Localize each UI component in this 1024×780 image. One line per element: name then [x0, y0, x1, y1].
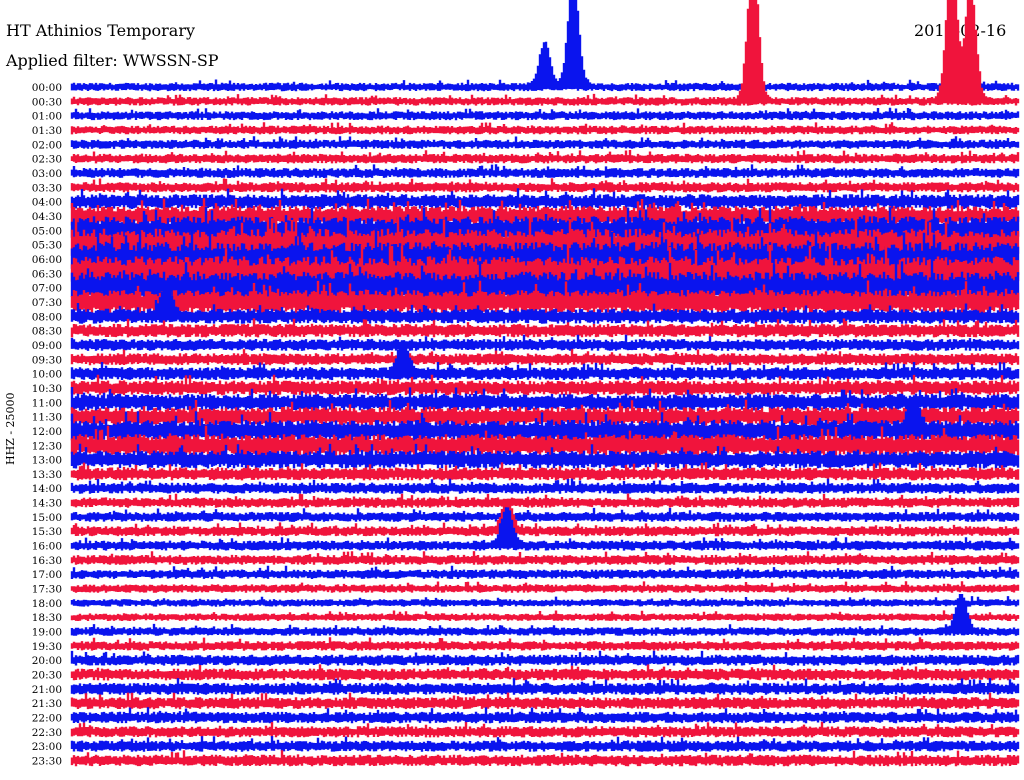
row-label: 22:30 — [32, 727, 62, 739]
row-label: 23:00 — [32, 741, 62, 753]
row-label: 13:30 — [32, 469, 62, 481]
trace-23:00 — [70, 736, 1020, 752]
row-label: 14:00 — [32, 483, 62, 495]
row-label: 11:00 — [32, 397, 62, 409]
seismogram-display: HT Athinios Temporary 2012-02-16 Applied… — [0, 0, 1024, 780]
row-label: 21:30 — [32, 698, 62, 710]
row-label: 08:00 — [32, 311, 62, 323]
trace-03:00 — [70, 164, 1020, 178]
row-label: 10:00 — [32, 369, 62, 381]
trace-00:00 — [70, 0, 1020, 92]
trace-14:00 — [70, 478, 1020, 494]
row-label: 15:00 — [32, 512, 62, 524]
trace-09:00 — [70, 334, 1020, 351]
trace-23:30 — [70, 750, 1020, 767]
trace-18:30 — [70, 610, 1020, 621]
row-label: 13:00 — [32, 455, 62, 467]
row-label: 04:30 — [32, 211, 62, 223]
trace-16:30 — [70, 551, 1020, 565]
row-label: 20:30 — [32, 670, 62, 682]
row-label: 22:00 — [32, 713, 62, 725]
row-label: 23:30 — [32, 756, 62, 768]
trace-18:00 — [70, 596, 1020, 607]
row-label: 18:30 — [32, 612, 62, 624]
row-label: 04:00 — [32, 197, 62, 209]
row-label: 01:30 — [32, 125, 62, 137]
trace-01:30 — [70, 122, 1020, 135]
row-label: 00:00 — [32, 82, 62, 94]
row-label: 02:00 — [32, 139, 62, 151]
row-label: 17:30 — [32, 584, 62, 596]
row-label: 12:30 — [32, 440, 62, 452]
trace-02:00 — [70, 136, 1020, 149]
row-label: 06:30 — [32, 268, 62, 280]
row-label: 09:00 — [32, 340, 62, 352]
trace-19:30 — [70, 637, 1020, 651]
row-label: 07:00 — [32, 283, 62, 295]
row-label: 09:30 — [32, 354, 62, 366]
trace-20:30 — [70, 664, 1020, 681]
row-label: 16:00 — [32, 541, 62, 553]
row-label: 05:00 — [32, 225, 62, 237]
row-label: 07:30 — [32, 297, 62, 309]
trace-14:30 — [70, 493, 1020, 508]
row-label: 06:00 — [32, 254, 62, 266]
trace-15:00 — [70, 507, 1020, 522]
row-label: 03:30 — [32, 182, 62, 194]
trace-22:00 — [70, 707, 1020, 724]
trace-22:30 — [70, 721, 1020, 738]
trace-20:00 — [70, 650, 1020, 666]
trace-03:30 — [70, 178, 1020, 193]
row-label: 10:30 — [32, 383, 62, 395]
trace-17:00 — [70, 565, 1020, 579]
row-label: 00:30 — [32, 96, 62, 108]
row-label: 11:30 — [32, 412, 62, 424]
trace-21:30 — [70, 692, 1020, 710]
row-label: 05:30 — [32, 240, 62, 252]
trace-17:30 — [70, 581, 1020, 593]
trace-09:30 — [70, 349, 1020, 366]
row-label: 16:30 — [32, 555, 62, 567]
row-label: 19:30 — [32, 641, 62, 653]
plot-area: 00:00 00:30 01:00 01:30 02:00 02:30 03:00 03:30… — [32, 0, 1020, 768]
row-label: 21:00 — [32, 684, 62, 696]
trace-01:00 — [70, 107, 1020, 121]
row-label: 17:00 — [32, 569, 62, 581]
row-label: 12:00 — [32, 426, 62, 438]
row-label: 02:30 — [32, 154, 62, 166]
row-label: 20:00 — [32, 655, 62, 667]
row-label: 08:30 — [32, 326, 62, 338]
row-label: 03:00 — [32, 168, 62, 180]
row-label: 15:30 — [32, 526, 62, 538]
trace-21:00 — [70, 678, 1020, 695]
trace-02:30 — [70, 150, 1020, 164]
row-label: 14:30 — [32, 498, 62, 510]
row-label: 01:00 — [32, 111, 62, 123]
row-label: 19:00 — [32, 627, 62, 639]
row-label: 18:00 — [32, 598, 62, 610]
